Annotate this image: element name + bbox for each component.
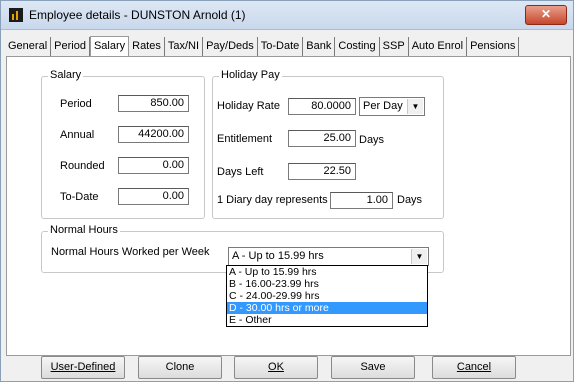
- salary-legend: Salary: [48, 69, 84, 81]
- clone-button[interactable]: Clone: [138, 356, 222, 379]
- dropdown-option-e[interactable]: E - Other: [227, 314, 427, 326]
- diary-day-field[interactable]: 1.00: [330, 192, 393, 209]
- holiday-pay-legend: Holiday Pay: [219, 69, 282, 81]
- tab-pensions[interactable]: Pensions: [467, 37, 520, 56]
- annual-label: Annual: [60, 129, 95, 141]
- button-bar: User-Defined Clone OK Save Cancel: [1, 356, 573, 381]
- holiday-rate-unit-value: Per Day: [363, 100, 403, 112]
- app-icon: [9, 8, 23, 22]
- ok-button[interactable]: OK: [234, 356, 318, 379]
- save-button[interactable]: Save: [331, 356, 415, 379]
- rounded-field[interactable]: 0.00: [118, 157, 189, 174]
- normal-hours-legend: Normal Hours: [48, 224, 120, 236]
- dropdown-option-b[interactable]: B - 16.00-23.99 hrs: [227, 278, 427, 290]
- dropdown-option-a[interactable]: A - Up to 15.99 hrs: [227, 266, 427, 278]
- tab-pay-deds[interactable]: Pay/Deds: [203, 37, 258, 56]
- period-field[interactable]: 850.00: [118, 95, 189, 112]
- dropdown-option-d[interactable]: D - 30.00 hrs or more: [227, 302, 427, 314]
- tab-bank[interactable]: Bank: [303, 37, 336, 56]
- tab-auto-enrol[interactable]: Auto Enrol: [409, 37, 468, 56]
- holiday-rate-field[interactable]: 80.0000: [288, 98, 356, 115]
- days-left-label: Days Left: [217, 166, 264, 178]
- user-defined-label: User-Defined: [50, 361, 116, 373]
- normal-hours-label: Normal Hours Worked per Week: [51, 246, 210, 258]
- tab-strip: General Period Salary Rates Tax/NI Pay/Deds To…: [5, 36, 520, 56]
- diary-day-unit: Days: [397, 194, 423, 206]
- entitlement-field[interactable]: 25.00: [288, 130, 356, 147]
- tab-to-date[interactable]: To-Date: [258, 37, 304, 56]
- normal-hours-select[interactable]: A - Up to 15.99 hrs ▼: [228, 247, 429, 266]
- chevron-down-icon[interactable]: ▼: [411, 249, 427, 264]
- ok-label: OK: [268, 361, 284, 373]
- tab-tax-ni[interactable]: Tax/NI: [165, 37, 204, 56]
- entitlement-unit: Days: [359, 134, 385, 146]
- tab-period[interactable]: Period: [51, 37, 90, 56]
- normal-hours-dropdown-list: A - Up to 15.99 hrs B - 16.00-23.99 hrs …: [226, 265, 428, 327]
- close-button[interactable]: ✕: [525, 5, 567, 25]
- cancel-label: Cancel: [456, 361, 492, 373]
- tab-ssp[interactable]: SSP: [380, 37, 409, 56]
- days-left-field[interactable]: 22.50: [288, 163, 356, 180]
- entitlement-label: Entitlement: [217, 133, 273, 145]
- to-date-label: To-Date: [60, 191, 99, 203]
- period-label: Period: [60, 98, 92, 110]
- user-defined-button[interactable]: User-Defined: [41, 356, 125, 379]
- holiday-pay-group: Holiday Pay Holiday Rate 80.0000 Per Day…: [212, 69, 444, 219]
- tab-rates[interactable]: Rates: [129, 37, 165, 56]
- dropdown-option-c[interactable]: C - 24.00-29.99 hrs: [227, 290, 427, 302]
- salary-group: Salary Period 850.00 Annual 44200.00 Rou…: [41, 69, 205, 219]
- cancel-button[interactable]: Cancel: [432, 356, 516, 379]
- chevron-down-icon[interactable]: ▼: [407, 99, 423, 114]
- to-date-field[interactable]: 0.00: [118, 188, 189, 205]
- normal-hours-selected-value: A - Up to 15.99 hrs: [232, 250, 324, 262]
- title-bar: Employee details - DUNSTON Arnold (1) ✕: [1, 1, 573, 30]
- holiday-rate-label: Holiday Rate: [217, 100, 280, 112]
- employee-details-window: Employee details - DUNSTON Arnold (1) ✕ …: [0, 0, 574, 382]
- tab-costing[interactable]: Costing: [335, 37, 380, 56]
- holiday-rate-unit-select[interactable]: Per Day ▼: [359, 97, 425, 116]
- diary-day-label: 1 Diary day represents: [217, 194, 328, 206]
- tab-general[interactable]: General: [5, 37, 52, 56]
- annual-field[interactable]: 44200.00: [118, 126, 189, 143]
- window-title: Employee details - DUNSTON Arnold (1): [29, 8, 246, 22]
- rounded-label: Rounded: [60, 160, 105, 172]
- tab-salary[interactable]: Salary: [89, 36, 130, 56]
